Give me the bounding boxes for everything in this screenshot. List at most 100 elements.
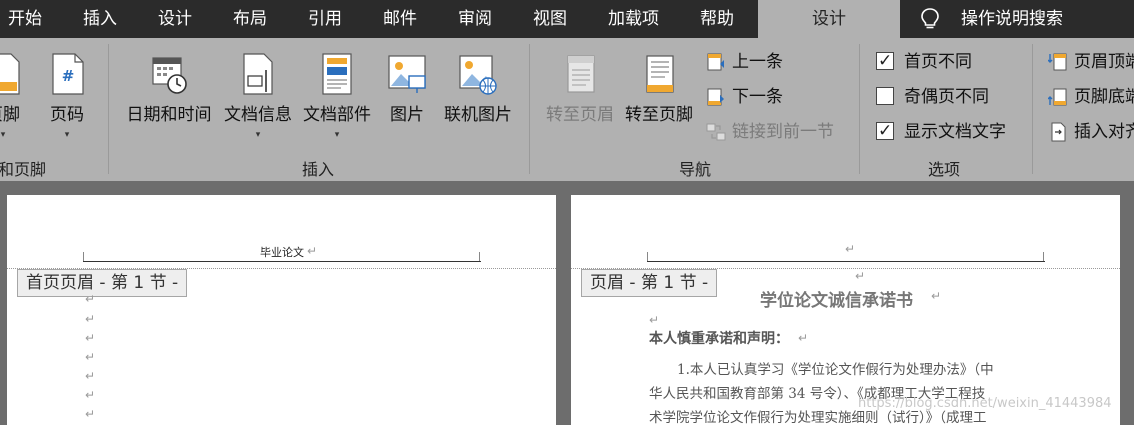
go-to-header-label: 转至页眉: [546, 105, 614, 125]
checkmark-icon: ✓: [878, 51, 893, 71]
group-label-navigation: 导航: [678, 160, 711, 179]
footer-position-icon: [1048, 88, 1067, 106]
tab-view[interactable]: 视图: [533, 0, 567, 38]
go-to-footer-button[interactable]: 转至页脚: [620, 48, 698, 148]
group-separator: [859, 44, 860, 174]
tell-me-label: 操作说明搜索: [961, 9, 1063, 29]
picture-icon: [388, 55, 426, 93]
paragraph-mark: ↵: [85, 388, 96, 402]
header-text[interactable]: 毕业论文: [260, 244, 304, 260]
go-to-footer-icon: [646, 55, 674, 93]
quick-parts-icon: [322, 53, 352, 95]
document-info-icon: [243, 53, 273, 95]
calendar-clock-icon: [152, 57, 187, 94]
document-info-label: 文档信息: [224, 105, 292, 125]
picture-button[interactable]: 图片: [382, 48, 432, 148]
tab-help[interactable]: 帮助: [700, 0, 734, 38]
paragraph-mark: ↵: [798, 331, 809, 345]
tab-addins[interactable]: 加载项: [608, 0, 659, 38]
link-icon: [706, 123, 726, 141]
first-page-header-tag: 首页页眉 - 第 1 节 -: [17, 269, 188, 297]
date-time-button[interactable]: 日期和时间: [122, 48, 216, 148]
go-to-footer-label: 转至页脚: [625, 105, 693, 125]
tab-references[interactable]: 引用: [308, 0, 342, 38]
tab-mailings[interactable]: 邮件: [383, 0, 417, 38]
paragraph-mark: ↵: [85, 331, 96, 345]
document-canvas: 毕业论文 ↵ 首页页眉 - 第 1 节 - ↵ ↵ ↵ ↵ ↵ ↵ ↵ ↵ ↵ …: [0, 181, 1134, 425]
group-separator: [1032, 44, 1033, 174]
promise-heading: 本人慎重承诺和声明：: [649, 331, 789, 347]
tab-insert[interactable]: 插入: [83, 0, 117, 38]
footer-label: 页脚: [0, 105, 20, 125]
watermark-text: https://blog.csdn.net/weixin_41443984: [858, 396, 1112, 411]
ribbon-panel: 页脚 ▾ # 页码 ▾ 和页脚 日期和时间 文档信息 ▾: [0, 38, 1134, 181]
paragraph-mark: ↵: [307, 244, 318, 258]
next-section-icon: [707, 88, 724, 106]
date-time-label: 日期和时间: [126, 105, 212, 125]
lightbulb-icon: [921, 8, 939, 29]
body-line: 1.本人已认真学习《学位论文作假行为处理办法》（中: [677, 362, 994, 378]
header-position-icon: [1048, 53, 1067, 71]
footer-icon: [0, 53, 20, 95]
paragraph-mark: ↵: [845, 242, 856, 256]
checkbox-box[interactable]: ✓: [876, 121, 894, 141]
insert-alignment-tab-label: 插入对齐: [1074, 122, 1134, 142]
paragraph-mark: ↵: [85, 350, 96, 364]
quick-parts-button[interactable]: 文档部件 ▾: [298, 48, 376, 148]
page-number-icon: #: [52, 53, 84, 95]
checkmark-icon: ✓: [878, 121, 893, 141]
quick-parts-label: 文档部件: [303, 105, 371, 125]
chevron-down-icon: ▾: [255, 130, 261, 140]
footer-button[interactable]: 页脚 ▾: [0, 48, 26, 148]
tab-layout[interactable]: 布局: [233, 0, 267, 38]
header-border-line: [83, 261, 481, 262]
chevron-down-icon: ▾: [0, 130, 6, 140]
group-label-insert: 插入: [301, 160, 334, 179]
checkbox-box[interactable]: [876, 87, 894, 105]
svg-text:#: #: [62, 67, 75, 85]
insert-alignment-tab-button[interactable]: 插入对齐: [1048, 117, 1134, 147]
document-page-right[interactable]: ↵ ↵ 页眉 - 第 1 节 - 学位论文诚信承诺书 ↵ ↵ 本人慎重承诺和声明…: [571, 195, 1120, 425]
footer-from-bottom-label: 页脚底端: [1074, 87, 1134, 107]
footer-from-bottom-button[interactable]: 页脚底端: [1048, 82, 1134, 112]
chevron-down-icon: ▾: [334, 130, 340, 140]
header-tag: 页眉 - 第 1 节 -: [581, 269, 718, 297]
page-number-button[interactable]: # 页码 ▾: [44, 48, 90, 148]
group-label-options: 选项: [927, 160, 960, 179]
header-border-line: [647, 261, 1045, 262]
tab-design-doc[interactable]: 设计: [158, 0, 192, 38]
ribbon-tab-bar: 开始 插入 设计 布局 引用 邮件 审阅 视图 加载项 帮助 设计 操作说明搜索: [0, 0, 1134, 38]
picture-label: 图片: [390, 105, 424, 125]
online-picture-label: 联机图片: [444, 105, 512, 125]
paragraph-mark: ↵: [649, 313, 660, 327]
next-section-label: 下一条: [732, 87, 783, 107]
online-picture-button[interactable]: 联机图片: [439, 48, 517, 148]
group-label-header-footer: 和页脚: [0, 160, 47, 179]
header-from-top-button[interactable]: 页眉顶端: [1048, 47, 1134, 77]
group-separator: [529, 44, 530, 174]
chevron-down-icon: ▾: [64, 130, 70, 140]
online-picture-icon: [459, 55, 497, 95]
tab-review[interactable]: 审阅: [458, 0, 492, 38]
header-from-top-label: 页眉顶端: [1074, 52, 1134, 72]
page-number-label: 页码: [50, 105, 84, 125]
alignment-tab-icon: [1051, 122, 1066, 142]
checkbox-box[interactable]: ✓: [876, 51, 894, 71]
paragraph-mark: ↵: [85, 312, 96, 326]
paragraph-mark: ↵: [85, 369, 96, 383]
tab-header-footer-design[interactable]: 设计: [758, 0, 900, 38]
go-to-header-icon: [567, 55, 595, 93]
document-info-button[interactable]: 文档信息 ▾: [219, 48, 297, 148]
tab-home[interactable]: 开始: [8, 0, 42, 38]
show-document-text-label: 显示文档文字: [904, 122, 1006, 142]
previous-section-label: 上一条: [732, 52, 783, 72]
paragraph-mark: ↵: [85, 292, 96, 306]
odd-even-different-label: 奇偶页不同: [904, 87, 989, 107]
document-title: 学位论文诚信承诺书: [760, 291, 913, 311]
paragraph-mark: ↵: [931, 289, 942, 303]
document-page-left[interactable]: 毕业论文 ↵ 首页页眉 - 第 1 节 - ↵ ↵ ↵ ↵ ↵ ↵ ↵: [7, 195, 556, 425]
go-to-header-button[interactable]: 转至页眉: [541, 48, 619, 148]
paragraph-mark: ↵: [85, 407, 96, 421]
link-to-previous-label: 链接到前一节: [732, 122, 834, 142]
first-page-different-label: 首页不同: [904, 52, 972, 72]
